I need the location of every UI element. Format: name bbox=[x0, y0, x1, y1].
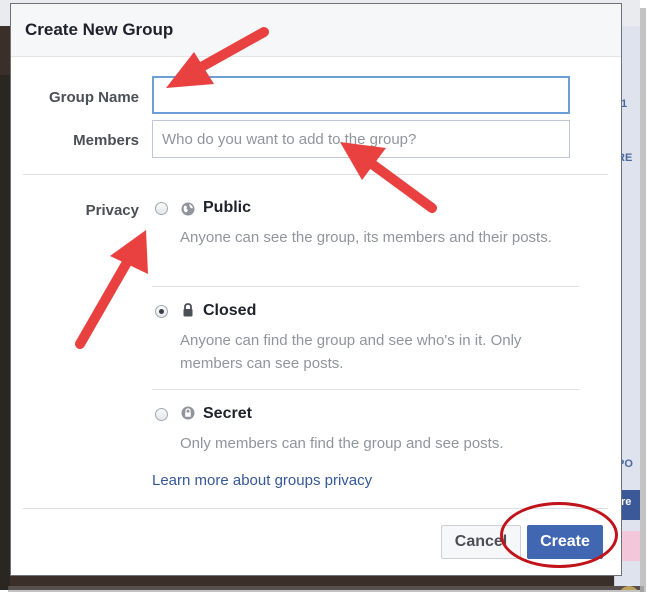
background-photo bbox=[0, 75, 10, 590]
members-label: Members bbox=[73, 132, 139, 149]
group-name-input[interactable] bbox=[152, 76, 570, 114]
option-divider bbox=[152, 389, 579, 390]
group-name-label: Group Name bbox=[48, 89, 139, 106]
screenshot-shadow bbox=[8, 586, 644, 592]
lock-icon bbox=[183, 303, 193, 317]
members-placeholder: Who do you want to add to the group? bbox=[162, 130, 417, 148]
privacy-closed-description: Anyone can find the group and see who's … bbox=[180, 332, 522, 372]
privacy-secret-radio[interactable] bbox=[155, 408, 168, 421]
option-divider bbox=[152, 286, 579, 287]
privacy-label: Privacy bbox=[85, 202, 139, 219]
privacy-closed-radio[interactable] bbox=[155, 305, 168, 318]
dialog-title: Create New Group bbox=[25, 20, 174, 39]
learn-more-privacy-link[interactable]: Learn more about groups privacy bbox=[152, 472, 372, 489]
background-chip: re bbox=[621, 496, 632, 508]
members-input[interactable]: Who do you want to add to the group? bbox=[152, 120, 570, 158]
highlight-circle bbox=[500, 502, 618, 568]
screenshot-shadow bbox=[640, 8, 646, 592]
privacy-secret-description: Only members can find the group and see … bbox=[180, 435, 504, 452]
privacy-public-title: Public bbox=[203, 199, 252, 216]
globe-icon bbox=[181, 202, 195, 216]
section-divider bbox=[23, 174, 608, 175]
privacy-public-description: Anyone can see the group, its members an… bbox=[180, 229, 552, 246]
privacy-public-radio[interactable] bbox=[155, 202, 168, 215]
privacy-secret-title: Secret bbox=[203, 405, 252, 422]
lock-outline-icon bbox=[181, 406, 195, 420]
privacy-closed-title: Closed bbox=[203, 302, 257, 319]
dialog-header: Create New Group bbox=[11, 4, 621, 57]
create-group-dialog: Create New Group Group Name Members Who … bbox=[10, 3, 622, 576]
